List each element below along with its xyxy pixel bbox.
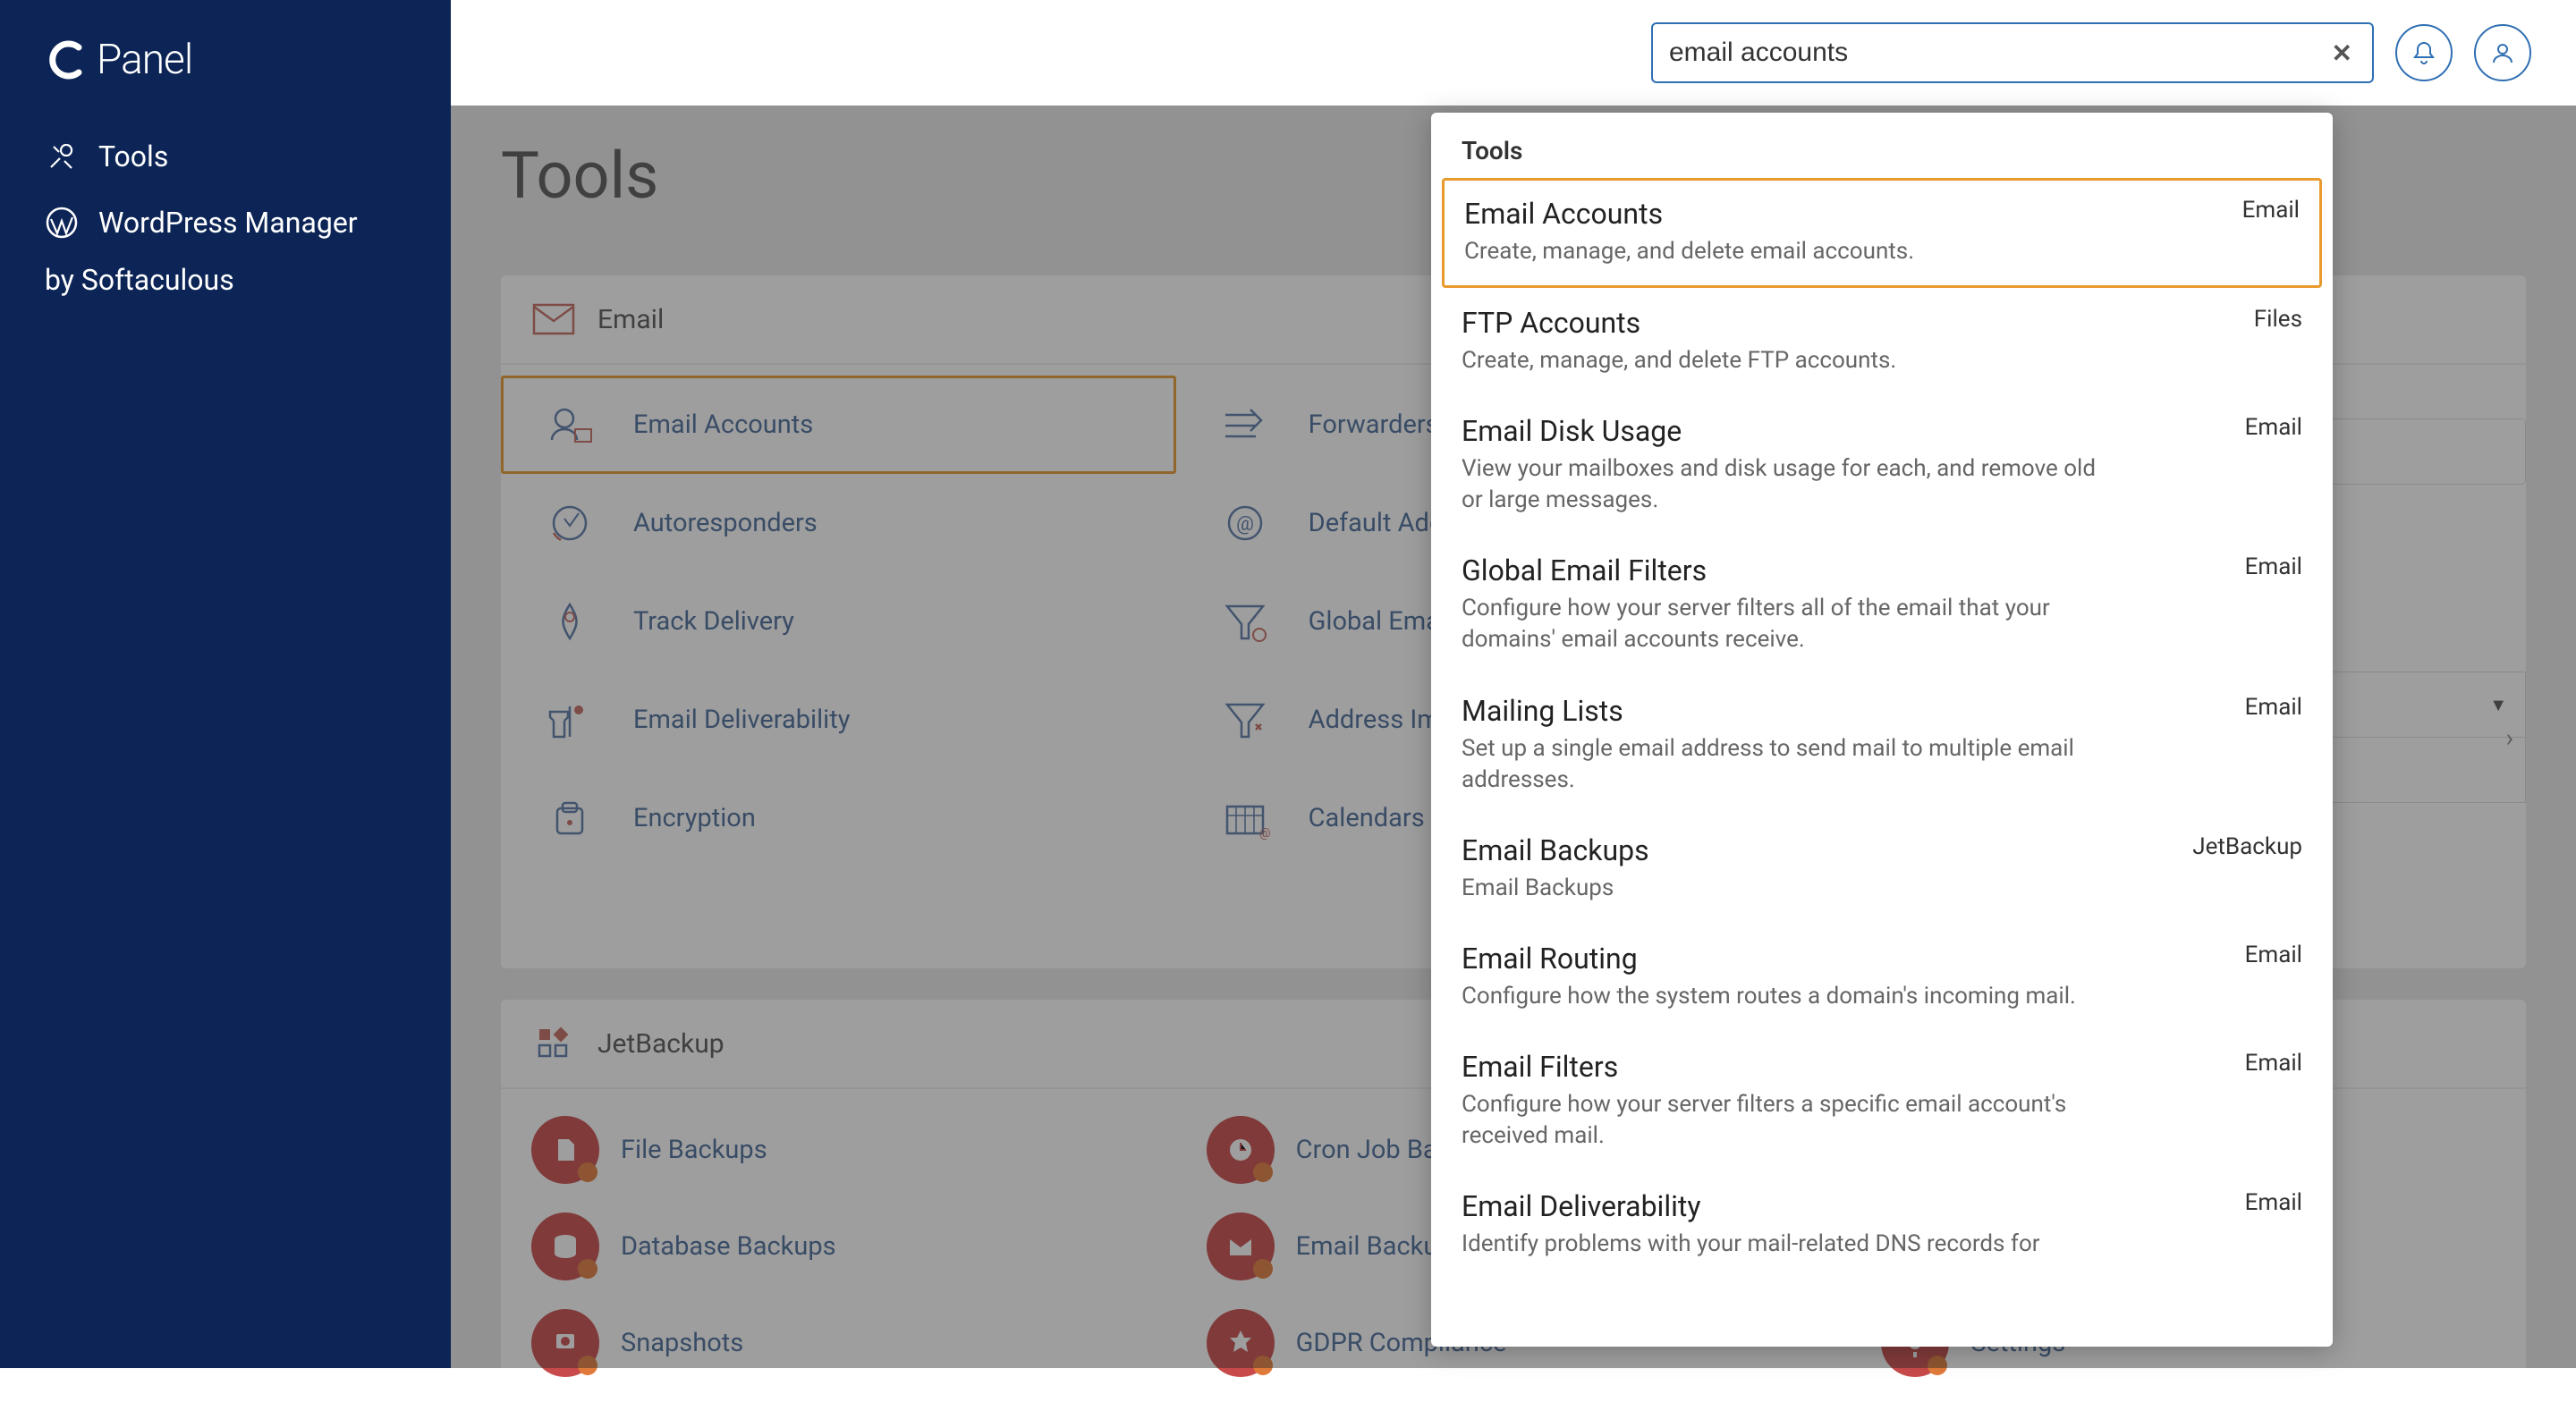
search-result-item[interactable]: Email Filters Email Configure how your ser…: [1431, 1032, 2333, 1171]
result-description: Set up a single email address to send ma…: [1462, 733, 2106, 796]
result-description: Configure how your server filters a spec…: [1462, 1089, 2106, 1152]
search-field[interactable]: ✕: [1651, 22, 2374, 83]
result-category: Email: [2245, 414, 2302, 441]
result-title: Global Email Filters: [1462, 553, 1707, 587]
result-title: Email Accounts: [1464, 197, 1663, 231]
search-result-item[interactable]: Mailing Lists Email Set up a single email …: [1431, 676, 2333, 815]
cpanel-c-icon: [45, 37, 91, 83]
nav-tools-label: Tools: [98, 139, 168, 173]
sidebar: Panel Tools WordPress Manager by Softacu…: [0, 0, 451, 1368]
result-description: Identify problems with your mail-related…: [1462, 1229, 2106, 1260]
result-description: View your mailboxes and disk usage for e…: [1462, 453, 2106, 516]
result-title: Mailing Lists: [1462, 694, 1623, 728]
result-title: Email Deliverability: [1462, 1189, 1701, 1223]
result-category: Files: [2254, 306, 2302, 333]
result-title: Email Filters: [1462, 1050, 1618, 1084]
result-description: Configure how the system routes a domain…: [1462, 981, 2106, 1012]
search-result-item[interactable]: Email Deliverability Email Identify proble…: [1431, 1171, 2333, 1280]
result-description: Email Backups: [1462, 873, 2106, 904]
search-result-item[interactable]: FTP Accounts Files Create, manage, and del…: [1431, 288, 2333, 396]
logo: Panel: [0, 36, 451, 84]
search-result-item[interactable]: Email Backups JetBackup Email Backups: [1431, 815, 2333, 924]
tools-icon: [45, 139, 79, 173]
result-title: FTP Accounts: [1462, 306, 1640, 340]
search-results-dropdown: Tools Email Accounts Email Create, manage,…: [1431, 113, 2333, 1347]
result-category: Email: [2245, 553, 2302, 580]
notifications-button[interactable]: [2395, 24, 2453, 81]
result-category: Email: [2245, 1050, 2302, 1077]
result-title: Email Routing: [1462, 942, 1638, 976]
user-icon: [2489, 39, 2516, 66]
logo-text: Panel: [97, 36, 192, 84]
result-description: Create, manage, and delete FTP accounts.: [1462, 345, 2106, 376]
result-description: Create, manage, and delete email account…: [1464, 236, 2108, 267]
result-title: Email Disk Usage: [1462, 414, 1682, 448]
topbar: ✕: [451, 0, 2576, 106]
byline: by Softaculous: [0, 256, 451, 304]
result-category: Email: [2245, 942, 2302, 968]
search-result-item[interactable]: Email Disk Usage Email View your mailboxes…: [1431, 396, 2333, 536]
search-result-item[interactable]: Email Accounts Email Create, manage, and d…: [1442, 178, 2322, 288]
search-result-item[interactable]: Global Email Filters Email Configure how y…: [1431, 536, 2333, 675]
account-button[interactable]: [2474, 24, 2531, 81]
nav-wordpress[interactable]: WordPress Manager: [0, 190, 451, 256]
result-category: JetBackup: [2192, 833, 2302, 860]
result-category: Email: [2245, 1189, 2302, 1216]
result-description: Configure how your server filters all of…: [1462, 593, 2106, 655]
nav-wordpress-label: WordPress Manager: [98, 206, 358, 240]
result-title: Email Backups: [1462, 833, 1649, 867]
dropdown-header: Tools: [1431, 113, 2333, 178]
search-result-item[interactable]: Email Routing Email Configure how the syst…: [1431, 924, 2333, 1032]
result-category: Email: [2245, 694, 2302, 721]
search-input[interactable]: [1669, 38, 2328, 68]
clear-search-icon[interactable]: ✕: [2328, 38, 2356, 68]
nav-tools[interactable]: Tools: [0, 123, 451, 190]
result-category: Email: [2242, 197, 2300, 224]
wordpress-icon: [45, 206, 79, 240]
bell-icon: [2411, 39, 2437, 66]
